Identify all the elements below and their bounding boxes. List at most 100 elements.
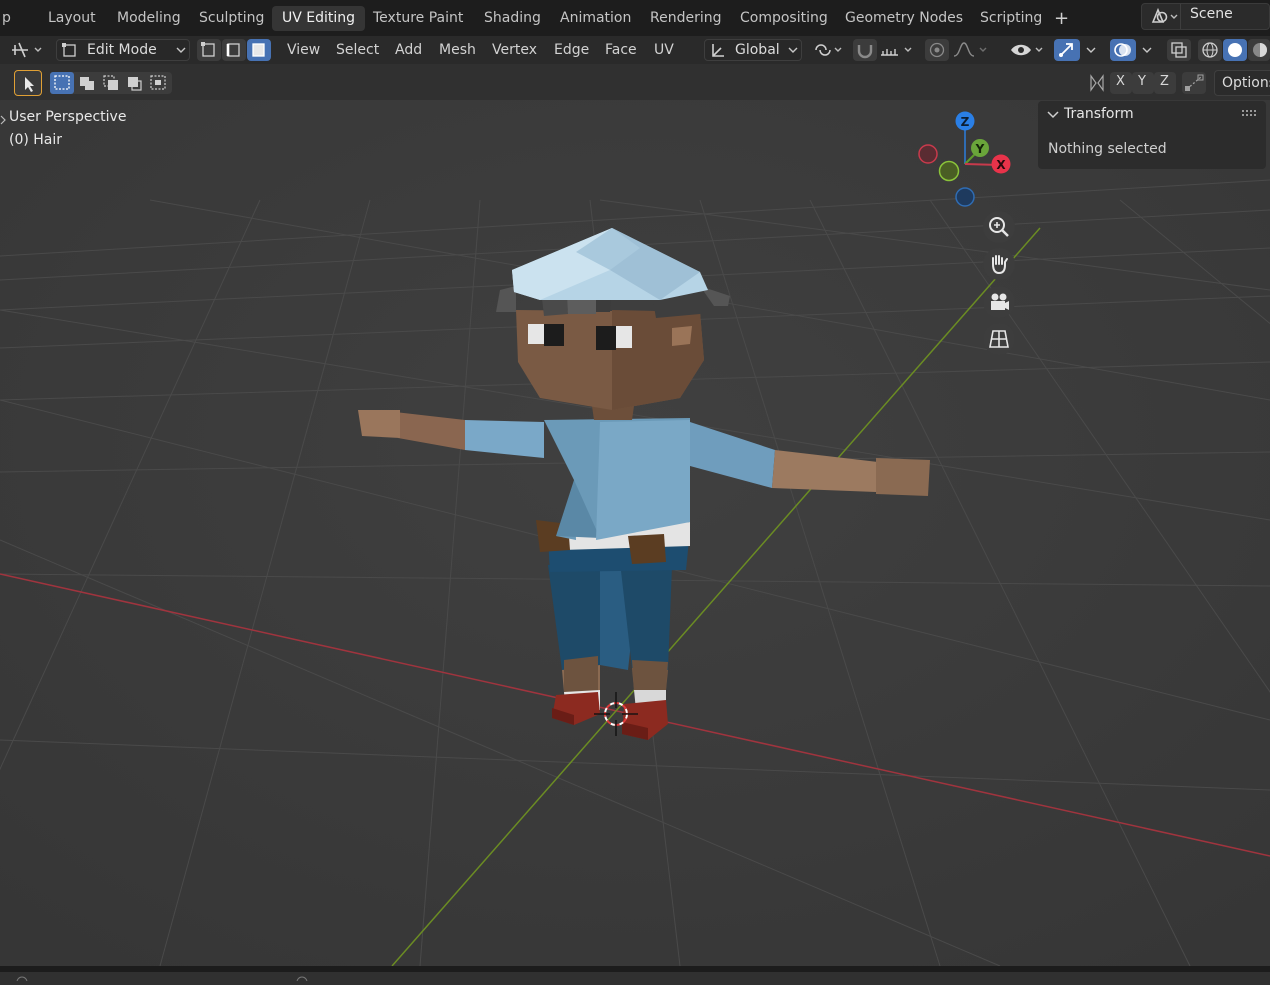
- material-preview-button[interactable]: [1248, 39, 1270, 61]
- face-select-button[interactable]: [247, 39, 271, 61]
- eye-icon: [1011, 44, 1043, 56]
- overlays-toggle[interactable]: [1110, 39, 1136, 61]
- falloff-curve-icon: [953, 42, 987, 57]
- menu-add[interactable]: Add: [395, 40, 422, 60]
- solid-sphere-icon: [1228, 43, 1242, 57]
- editor-type-icon: [12, 42, 42, 58]
- gizmo-y-label: Y: [975, 142, 985, 156]
- menu-face[interactable]: Face: [605, 40, 637, 60]
- tab-texture-paint[interactable]: Texture Paint: [363, 6, 473, 31]
- tab-rendering[interactable]: Rendering: [640, 6, 732, 31]
- options-label: Options: [1222, 75, 1270, 91]
- mirror-y-label: Y: [1138, 74, 1146, 89]
- cursor-arrow-icon: [25, 77, 34, 92]
- mirror-z-toggle[interactable]: Z: [1154, 72, 1176, 94]
- edit-mode-icon: [62, 43, 76, 57]
- mirror-x-toggle[interactable]: X: [1110, 72, 1132, 94]
- gizmo-z-label: Z: [961, 115, 970, 129]
- overlays-options-dropdown[interactable]: [1137, 39, 1159, 61]
- gizmo-toggle[interactable]: [1054, 39, 1080, 61]
- menu-mesh[interactable]: Mesh: [439, 40, 476, 60]
- tab-layout[interactable]: Layout: [38, 6, 106, 31]
- mirror-x-label: X: [1116, 74, 1125, 89]
- magnet-icon: [857, 45, 873, 59]
- menu-view[interactable]: View: [287, 40, 320, 60]
- select-tool-button[interactable]: [14, 70, 42, 96]
- menu-uv[interactable]: UV: [654, 40, 674, 60]
- app-menu-fragment[interactable]: p: [0, 6, 21, 31]
- tab-sculpting[interactable]: Sculpting: [189, 6, 274, 31]
- chevron-down-icon: [1142, 47, 1152, 53]
- orientation-label: Global: [735, 42, 780, 58]
- transform-orientation-dropdown[interactable]: Global: [704, 39, 802, 61]
- proportional-editing-icon: [929, 42, 945, 58]
- tab-animation[interactable]: Animation: [550, 6, 641, 31]
- workspace-bar: p Layout Modeling Sculpting UV Editing T…: [0, 0, 1270, 36]
- grid-perspective-icon: [989, 330, 1009, 348]
- perspective-toggle-button[interactable]: [983, 323, 1015, 355]
- viewport-header: Edit Mode View Select Add Mesh Vertex Ed…: [0, 36, 1270, 64]
- chevron-down-icon: [176, 47, 186, 53]
- camera-icon: [991, 293, 1009, 310]
- options-dropdown[interactable]: Options: [1214, 70, 1270, 96]
- xray-toggle[interactable]: [1167, 39, 1191, 61]
- tool-settings-bar: X Y Z Options: [0, 64, 1270, 100]
- mode-dropdown[interactable]: Edit Mode: [56, 39, 190, 61]
- chevron-down-icon: [1086, 47, 1096, 53]
- edge-select-icon: [226, 43, 240, 57]
- drag-handle-icon[interactable]: [1242, 110, 1260, 120]
- nothing-selected-message: Nothing selected: [1048, 141, 1167, 157]
- menu-edge[interactable]: Edge: [554, 40, 589, 60]
- mirror-icon: [1090, 74, 1104, 92]
- camera-view-button[interactable]: [983, 286, 1015, 318]
- gizmo-z-negative: [955, 187, 975, 207]
- gizmo-x-label: X: [996, 158, 1006, 172]
- tab-modeling[interactable]: Modeling: [107, 6, 191, 31]
- mirror-z-label: Z: [1160, 74, 1169, 89]
- edge-select-button[interactable]: [222, 39, 246, 61]
- visibility-dropdown[interactable]: [1008, 39, 1048, 61]
- selection-mode-group: [50, 72, 172, 94]
- active-object-name: (0) Hair: [9, 132, 63, 148]
- proportional-editing-toggle[interactable]: [925, 39, 949, 61]
- orientation-icon: [712, 44, 724, 57]
- add-workspace-button[interactable]: +: [1044, 6, 1079, 31]
- vertex-select-button[interactable]: [197, 39, 221, 61]
- auto-merge-toggle[interactable]: [1182, 72, 1206, 94]
- transform-panel-header[interactable]: Transform: [1038, 101, 1266, 127]
- zoom-icon: [989, 217, 1009, 237]
- menu-vertex[interactable]: Vertex: [492, 40, 537, 60]
- gizmo-y-negative: [938, 160, 960, 182]
- gizmo-options-dropdown[interactable]: [1081, 39, 1103, 61]
- tab-uv-editing[interactable]: UV Editing: [272, 6, 366, 31]
- snap-target-dropdown[interactable]: [878, 39, 920, 61]
- mirror-y-toggle[interactable]: Y: [1132, 72, 1154, 94]
- solid-shading-button[interactable]: [1223, 39, 1247, 61]
- chevron-down-icon: [788, 47, 798, 53]
- vertex-select-icon: [201, 42, 215, 57]
- pivot-point-button[interactable]: [810, 39, 848, 61]
- pivot-point-icon: [815, 44, 842, 56]
- tab-scripting[interactable]: Scripting: [970, 6, 1052, 31]
- tab-compositing[interactable]: Compositing: [730, 6, 838, 31]
- proportional-falloff-dropdown[interactable]: [951, 39, 993, 61]
- snap-increment-icon: [881, 47, 912, 56]
- status-bar: [0, 966, 1270, 985]
- wireframe-shading-button[interactable]: [1198, 39, 1222, 61]
- face-select-icon: [252, 43, 265, 57]
- tab-shading[interactable]: Shading: [474, 6, 551, 31]
- material-sphere-icon: [1253, 43, 1267, 57]
- editor-type-button[interactable]: [8, 39, 48, 61]
- zoom-button[interactable]: [983, 211, 1015, 243]
- tab-geometry-nodes[interactable]: Geometry Nodes: [835, 6, 973, 31]
- navigation-gizmo[interactable]: Z Y X: [912, 106, 1022, 216]
- toolbar-expand-icon[interactable]: [0, 114, 8, 126]
- wireframe-sphere-icon: [1202, 42, 1218, 58]
- pan-button[interactable]: [983, 248, 1015, 280]
- 3d-viewport[interactable]: User Perspective (0) Hair Z Y X: [0, 100, 1270, 966]
- snap-toggle[interactable]: [853, 39, 877, 61]
- scene-icon: [1151, 7, 1178, 23]
- scene-selector[interactable]: Scene: [1141, 3, 1270, 30]
- panel-title: Transform: [1064, 106, 1134, 122]
- menu-select[interactable]: Select: [336, 40, 379, 60]
